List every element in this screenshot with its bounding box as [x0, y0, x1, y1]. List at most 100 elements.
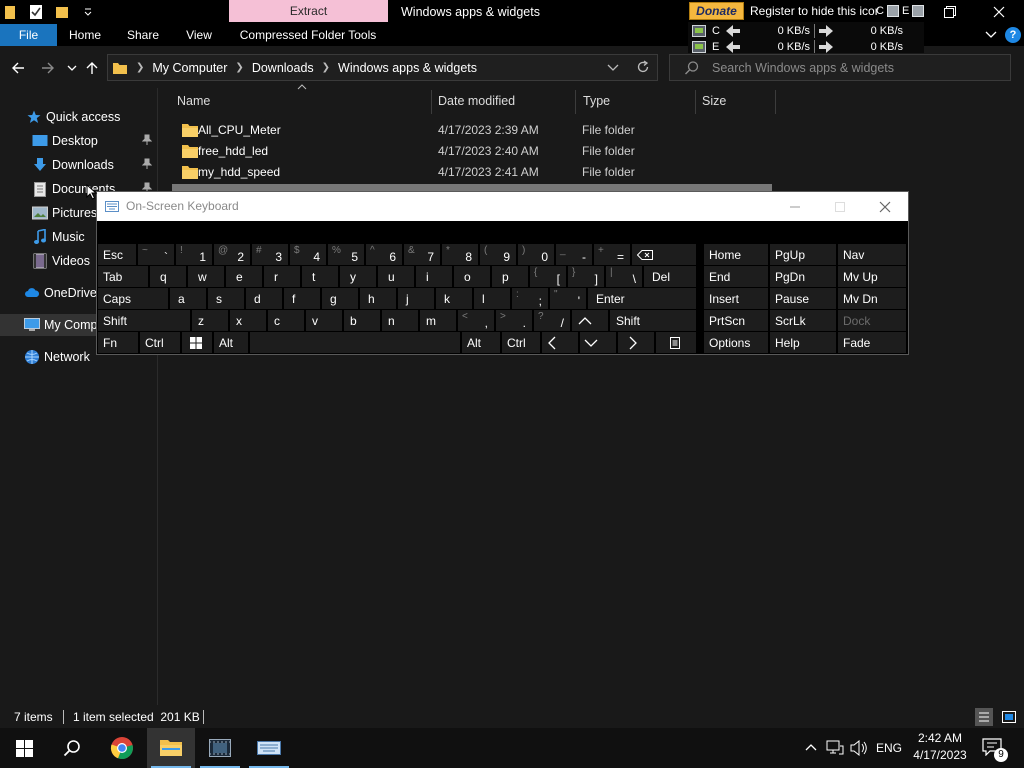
- key-p[interactable]: p: [492, 266, 528, 287]
- osk-minimize-button[interactable]: [772, 192, 817, 221]
- selected-file-row[interactable]: [172, 184, 772, 191]
- key-down-arrow[interactable]: [580, 332, 616, 353]
- column-divider[interactable]: [695, 90, 696, 114]
- key-f[interactable]: f: [284, 288, 320, 309]
- key-x[interactable]: x: [230, 310, 266, 331]
- key-3[interactable]: #3: [252, 244, 288, 265]
- key-c[interactable]: c: [268, 310, 304, 331]
- action-center-button[interactable]: 9: [982, 738, 1008, 762]
- register-notice[interactable]: Register to hide this icor: [750, 2, 879, 20]
- key-n[interactable]: n: [382, 310, 418, 331]
- address-box[interactable]: ❯ My Computer ❯ Downloads ❯ Windows apps…: [107, 54, 658, 81]
- key-minus[interactable]: _ -: [556, 244, 592, 265]
- address-history-button[interactable]: [606, 60, 620, 74]
- breadcrumb-my-computer[interactable]: My Computer: [152, 61, 227, 75]
- osk-maximize-button[interactable]: [817, 192, 862, 221]
- key-pgdn[interactable]: PgDn: [770, 266, 836, 287]
- key-a[interactable]: a: [170, 288, 206, 309]
- key-home[interactable]: Home: [704, 244, 768, 265]
- tab-compressed-folder-tools[interactable]: Compressed Folder Tools: [233, 24, 383, 46]
- tab-home[interactable]: Home: [62, 24, 108, 46]
- column-divider[interactable]: [775, 90, 776, 114]
- key-backspace[interactable]: [632, 244, 696, 265]
- up-button[interactable]: [82, 58, 102, 78]
- key-alt-left[interactable]: Alt: [214, 332, 248, 353]
- key-semicolon[interactable]: :;: [512, 288, 548, 309]
- key-options[interactable]: Options: [704, 332, 768, 353]
- key-e[interactable]: e: [226, 266, 262, 287]
- properties-icon[interactable]: [28, 4, 44, 20]
- file-row[interactable]: All_CPU_Meter 4/17/2023 2:39 AM File fol…: [160, 120, 780, 141]
- key-alt-right[interactable]: Alt: [462, 332, 500, 353]
- details-view-button[interactable]: [975, 708, 993, 726]
- donate-button[interactable]: Donate: [689, 2, 744, 20]
- key-1[interactable]: ! 1: [176, 244, 212, 265]
- customize-toolbar-icon[interactable]: [80, 4, 96, 20]
- chrome-taskbar-button[interactable]: [98, 728, 146, 768]
- breadcrumb-downloads[interactable]: Downloads: [252, 61, 314, 75]
- key-esc[interactable]: Esc: [98, 244, 136, 265]
- key-del[interactable]: Del: [644, 266, 696, 287]
- key-scrlk[interactable]: ScrLk: [770, 310, 836, 331]
- key-7[interactable]: & 7: [404, 244, 440, 265]
- column-divider[interactable]: [575, 90, 576, 114]
- column-divider[interactable]: [431, 90, 432, 114]
- key-r[interactable]: r: [264, 266, 300, 287]
- key-mvup[interactable]: Mv Up: [838, 266, 906, 287]
- show-hidden-icons-button[interactable]: [804, 741, 818, 755]
- key-v[interactable]: v: [306, 310, 342, 331]
- key-fn[interactable]: Fn: [98, 332, 138, 353]
- key-8[interactable]: * 8: [442, 244, 478, 265]
- keyboard-app-taskbar-button[interactable]: [245, 728, 293, 768]
- back-button[interactable]: [8, 58, 28, 78]
- key-t[interactable]: t: [302, 266, 338, 287]
- key-menu[interactable]: [656, 332, 696, 353]
- key-5[interactable]: % 5: [328, 244, 364, 265]
- key-h[interactable]: h: [360, 288, 396, 309]
- key-nav[interactable]: Nav: [838, 244, 906, 265]
- key-b[interactable]: b: [344, 310, 380, 331]
- column-header-date-modified[interactable]: Date modified: [438, 88, 515, 114]
- key-shift-right[interactable]: Shift: [610, 310, 696, 331]
- search-input[interactable]: Search Windows apps & widgets: [669, 54, 1011, 81]
- large-icons-view-button[interactable]: [1000, 708, 1018, 726]
- key-pgup[interactable]: PgUp: [770, 244, 836, 265]
- file-explorer-taskbar-button[interactable]: [147, 728, 195, 768]
- key-s[interactable]: s: [208, 288, 244, 309]
- key-equals[interactable]: + =: [594, 244, 630, 265]
- key-6[interactable]: ^ 6: [366, 244, 402, 265]
- key-g[interactable]: g: [322, 288, 358, 309]
- key-u[interactable]: u: [378, 266, 414, 287]
- expand-ribbon-button[interactable]: [984, 28, 998, 42]
- key-caps[interactable]: Caps: [98, 288, 168, 309]
- close-button[interactable]: [976, 0, 1022, 24]
- clock[interactable]: 2:42 AM 4/17/2023: [907, 730, 973, 766]
- key-shift-left[interactable]: Shift: [98, 310, 190, 331]
- key-l[interactable]: l: [474, 288, 510, 309]
- key-period[interactable]: >.: [496, 310, 532, 331]
- key-z[interactable]: z: [192, 310, 228, 331]
- key-pause[interactable]: Pause: [770, 288, 836, 309]
- key-ctrl-left[interactable]: Ctrl: [140, 332, 180, 353]
- column-header-type[interactable]: Type: [583, 88, 610, 114]
- key-9[interactable]: (9: [480, 244, 516, 265]
- key-prtscn[interactable]: PrtScn: [704, 310, 768, 331]
- sidebar-item-quick-access[interactable]: Quick access: [0, 106, 158, 128]
- refresh-button[interactable]: [636, 60, 650, 74]
- sidebar-item-desktop[interactable]: Desktop: [0, 130, 158, 152]
- key-help[interactable]: Help: [770, 332, 836, 353]
- tab-view[interactable]: View: [176, 24, 222, 46]
- key-q[interactable]: q: [150, 266, 186, 287]
- key-mvdn[interactable]: Mv Dn: [838, 288, 906, 309]
- key-tab[interactable]: Tab: [98, 266, 148, 287]
- key-0[interactable]: ) 0: [518, 244, 554, 265]
- restore-button[interactable]: [927, 0, 973, 24]
- key-m[interactable]: m: [420, 310, 456, 331]
- recent-locations-button[interactable]: [62, 58, 82, 78]
- breadcrumb-current-folder[interactable]: Windows apps & widgets: [338, 61, 477, 75]
- forward-button[interactable]: [38, 58, 58, 78]
- key-w[interactable]: w: [188, 266, 224, 287]
- key-left-arrow[interactable]: [542, 332, 578, 353]
- network-tray-button[interactable]: [826, 740, 844, 756]
- key-comma[interactable]: <,: [458, 310, 494, 331]
